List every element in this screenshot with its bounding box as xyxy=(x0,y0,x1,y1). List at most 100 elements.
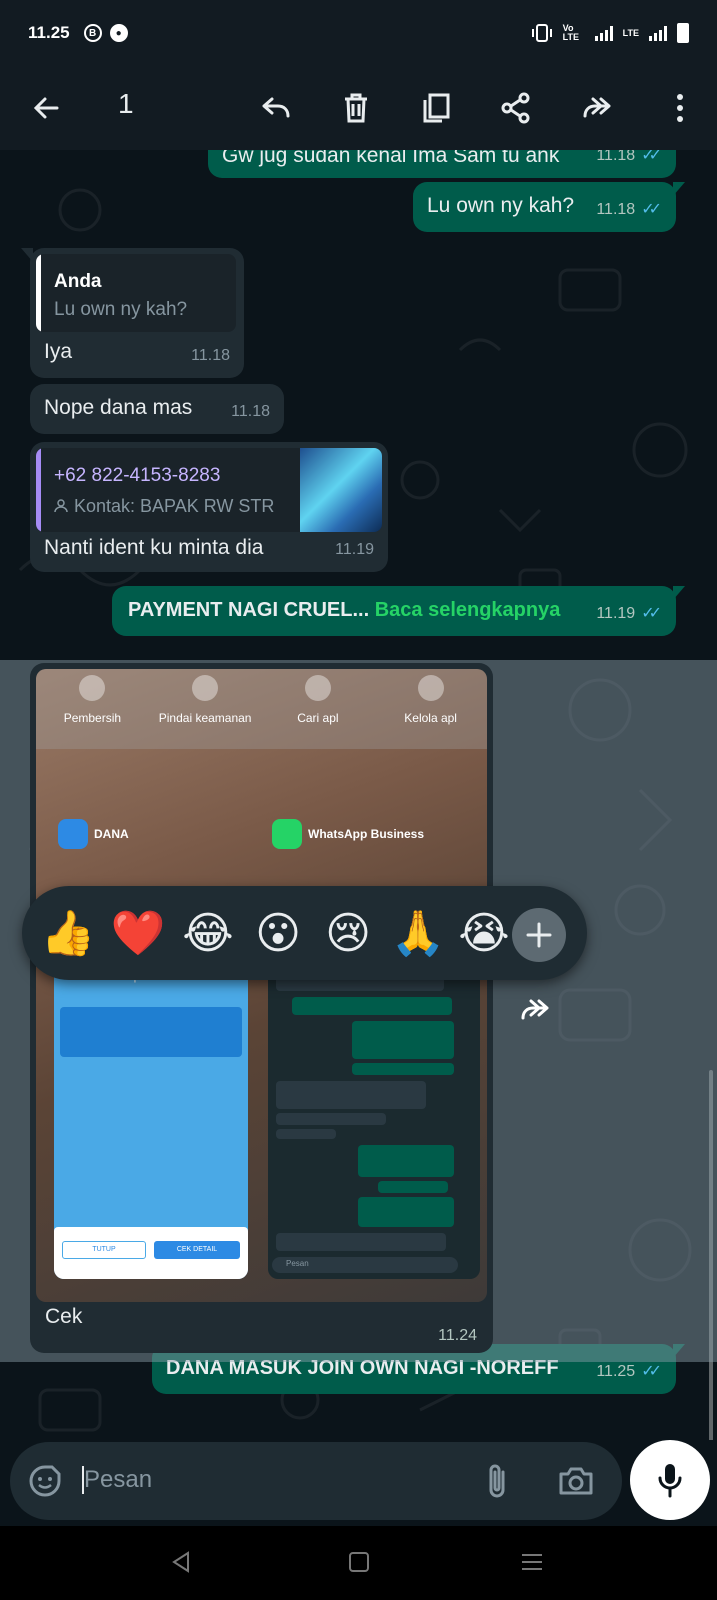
whatsapp-business-icon xyxy=(272,819,302,849)
forward-shortcut-button[interactable] xyxy=(510,986,558,1034)
message-time: 11.19 xyxy=(335,541,374,558)
message-meta: 11.19 xyxy=(335,536,374,564)
message-bubble-incoming[interactable]: Nope dana mas 11.18 xyxy=(30,384,284,434)
message-field[interactable]: Pesan xyxy=(10,1442,622,1520)
quick-setting-item: Pindai keamanan xyxy=(155,675,255,749)
copy-icon xyxy=(423,93,450,123)
quoted-contact[interactable]: +62 822-4153-8283 Kontak: BAPAK RW STR xyxy=(36,448,382,532)
reaction-crying[interactable]: 😭 xyxy=(456,906,512,962)
nav-recents-icon[interactable] xyxy=(520,1552,544,1572)
selected-count: 1 xyxy=(118,88,134,119)
message-text: Iya xyxy=(44,340,73,363)
message-time: 11.25 xyxy=(596,1363,636,1380)
message-time: 11.24 xyxy=(438,1327,477,1344)
forward-button[interactable] xyxy=(572,84,620,132)
app-name: DANA xyxy=(94,827,129,841)
back-button[interactable] xyxy=(22,84,70,132)
arrow-left-icon xyxy=(33,97,59,119)
quote-author: Anda xyxy=(54,271,102,292)
message-time: 11.18 xyxy=(596,201,636,218)
quoted-message[interactable]: Anda Lu own ny kah? xyxy=(36,254,236,332)
contact-thumbnail xyxy=(300,448,382,532)
message-time: 11.18 xyxy=(191,347,230,364)
trash-icon xyxy=(345,93,367,123)
reaction-surprised[interactable]: 😮 xyxy=(250,906,306,962)
reaction-sad[interactable]: 😢 xyxy=(320,906,376,962)
message-meta: 11.24 xyxy=(438,1327,477,1345)
message-text: Gw jug sudan kenal Ima Sam tu ank xyxy=(222,150,560,167)
plus-icon xyxy=(526,922,552,948)
more-reactions-button[interactable] xyxy=(512,908,566,962)
reply-button[interactable] xyxy=(252,84,300,132)
nav-back-icon[interactable] xyxy=(170,1550,192,1574)
status-bar: 11.25 B ● Vo LTE LTE xyxy=(0,0,717,66)
preview-input-placeholder: Pesan xyxy=(286,1259,309,1268)
dana-detail-button: CEK DETAIL xyxy=(154,1241,240,1259)
quick-setting-label: Pembersih xyxy=(63,711,122,725)
reaction-picker: 👍 ❤️ 😂 😮 😢 🙏 😭 xyxy=(22,886,587,980)
reaction-joy[interactable]: 😂 xyxy=(180,906,236,962)
system-nav-bar xyxy=(0,1526,717,1600)
battery-icon xyxy=(677,23,689,43)
reply-icon xyxy=(262,97,290,118)
reaction-thumbs-up[interactable]: 👍 xyxy=(40,906,96,962)
signal-icon-1 xyxy=(594,25,613,41)
whatsapp-preview: Pesan xyxy=(268,959,480,1279)
quick-setting-label: Pindai keamanan xyxy=(158,711,252,725)
read-ticks-icon: ✓✓ xyxy=(641,150,662,164)
message-meta: 11.18 ✓✓ xyxy=(596,150,662,170)
image-attachment[interactable]: Pembersih Pindai keamanan Cari apl Kelol… xyxy=(36,669,487,1302)
message-bubble-outgoing[interactable]: PAYMENT NAGI CRUEL... Baca selengkapnya … xyxy=(112,586,685,636)
message-meta: 11.18 xyxy=(191,342,230,370)
message-bubble-incoming[interactable]: +62 822-4153-8283 Kontak: BAPAK RW STR N… xyxy=(30,442,388,572)
volte-label: Vo LTE xyxy=(562,23,579,42)
quick-settings-row: Pembersih Pindai keamanan Cari apl Kelol… xyxy=(36,669,487,749)
message-bubble-outgoing[interactable]: Lu own ny kah? 11.18 ✓✓ xyxy=(413,182,685,232)
reaction-heart[interactable]: ❤️ xyxy=(110,906,166,962)
message-input[interactable]: Pesan xyxy=(82,1466,152,1494)
copy-button[interactable] xyxy=(412,84,460,132)
more-options-button[interactable] xyxy=(656,84,704,132)
quote-phone: +62 822-4153-8283 xyxy=(54,465,221,486)
message-time: 11.19 xyxy=(596,605,636,622)
status-icons: Vo LTE LTE xyxy=(531,23,689,43)
quote-contact-row: Kontak: BAPAK RW STR xyxy=(54,492,274,520)
bubble-tail xyxy=(21,248,33,262)
attach-icon[interactable] xyxy=(486,1462,508,1500)
microphone-icon xyxy=(658,1464,682,1498)
dana-app-icon xyxy=(58,819,88,849)
person-icon xyxy=(54,499,68,513)
message-text: Lu own ny kah? xyxy=(427,194,575,217)
nav-home-icon[interactable] xyxy=(348,1551,370,1573)
forward-icon xyxy=(583,97,611,118)
message-bubble-incoming[interactable]: Anda Lu own ny kah? Iya 11.18 xyxy=(21,248,244,378)
share-button[interactable] xyxy=(492,84,540,132)
delete-button[interactable] xyxy=(332,84,380,132)
message-time: 11.18 xyxy=(596,150,636,164)
quick-setting-item: Pembersih xyxy=(42,675,142,749)
message-text: PAYMENT NAGI CRUEL... xyxy=(128,599,370,621)
voice-record-button[interactable] xyxy=(630,1440,710,1520)
message-meta: 11.19 ✓✓ xyxy=(596,600,662,628)
quick-setting-item: Cari apl xyxy=(268,675,368,749)
quick-setting-label: Cari apl xyxy=(297,711,339,725)
message-meta: 11.18 xyxy=(231,398,270,426)
image-caption: Cek xyxy=(45,1305,83,1328)
message-bubble-outgoing[interactable]: Gw jug sudan kenal Ima Sam tu ank 11.18 ✓… xyxy=(208,150,676,178)
selection-action-bar: 1 xyxy=(0,66,717,150)
recent-app-whatsapp: WhatsApp Business xyxy=(272,819,424,849)
image-message[interactable]: Pembersih Pindai keamanan Cari apl Kelol… xyxy=(30,663,493,1353)
read-more-link[interactable]: Baca selengkapnya xyxy=(375,599,561,621)
signal-icon-2 xyxy=(649,25,667,41)
quote-text: Lu own ny kah? xyxy=(54,299,188,320)
sticker-icon[interactable] xyxy=(28,1464,62,1498)
dana-preview: Rp50.000 TUTUP CEK DETAIL xyxy=(54,959,248,1279)
network-label: LTE xyxy=(622,28,639,38)
message-text: Nanti ident ku minta dia xyxy=(44,536,264,559)
camera-icon[interactable] xyxy=(558,1466,594,1496)
recent-app-dana: DANA xyxy=(58,819,129,849)
composer: Pesan xyxy=(0,1440,717,1526)
read-ticks-icon: ✓✓ xyxy=(641,201,662,218)
share-icon xyxy=(501,92,530,124)
reaction-pray[interactable]: 🙏 xyxy=(390,906,446,962)
